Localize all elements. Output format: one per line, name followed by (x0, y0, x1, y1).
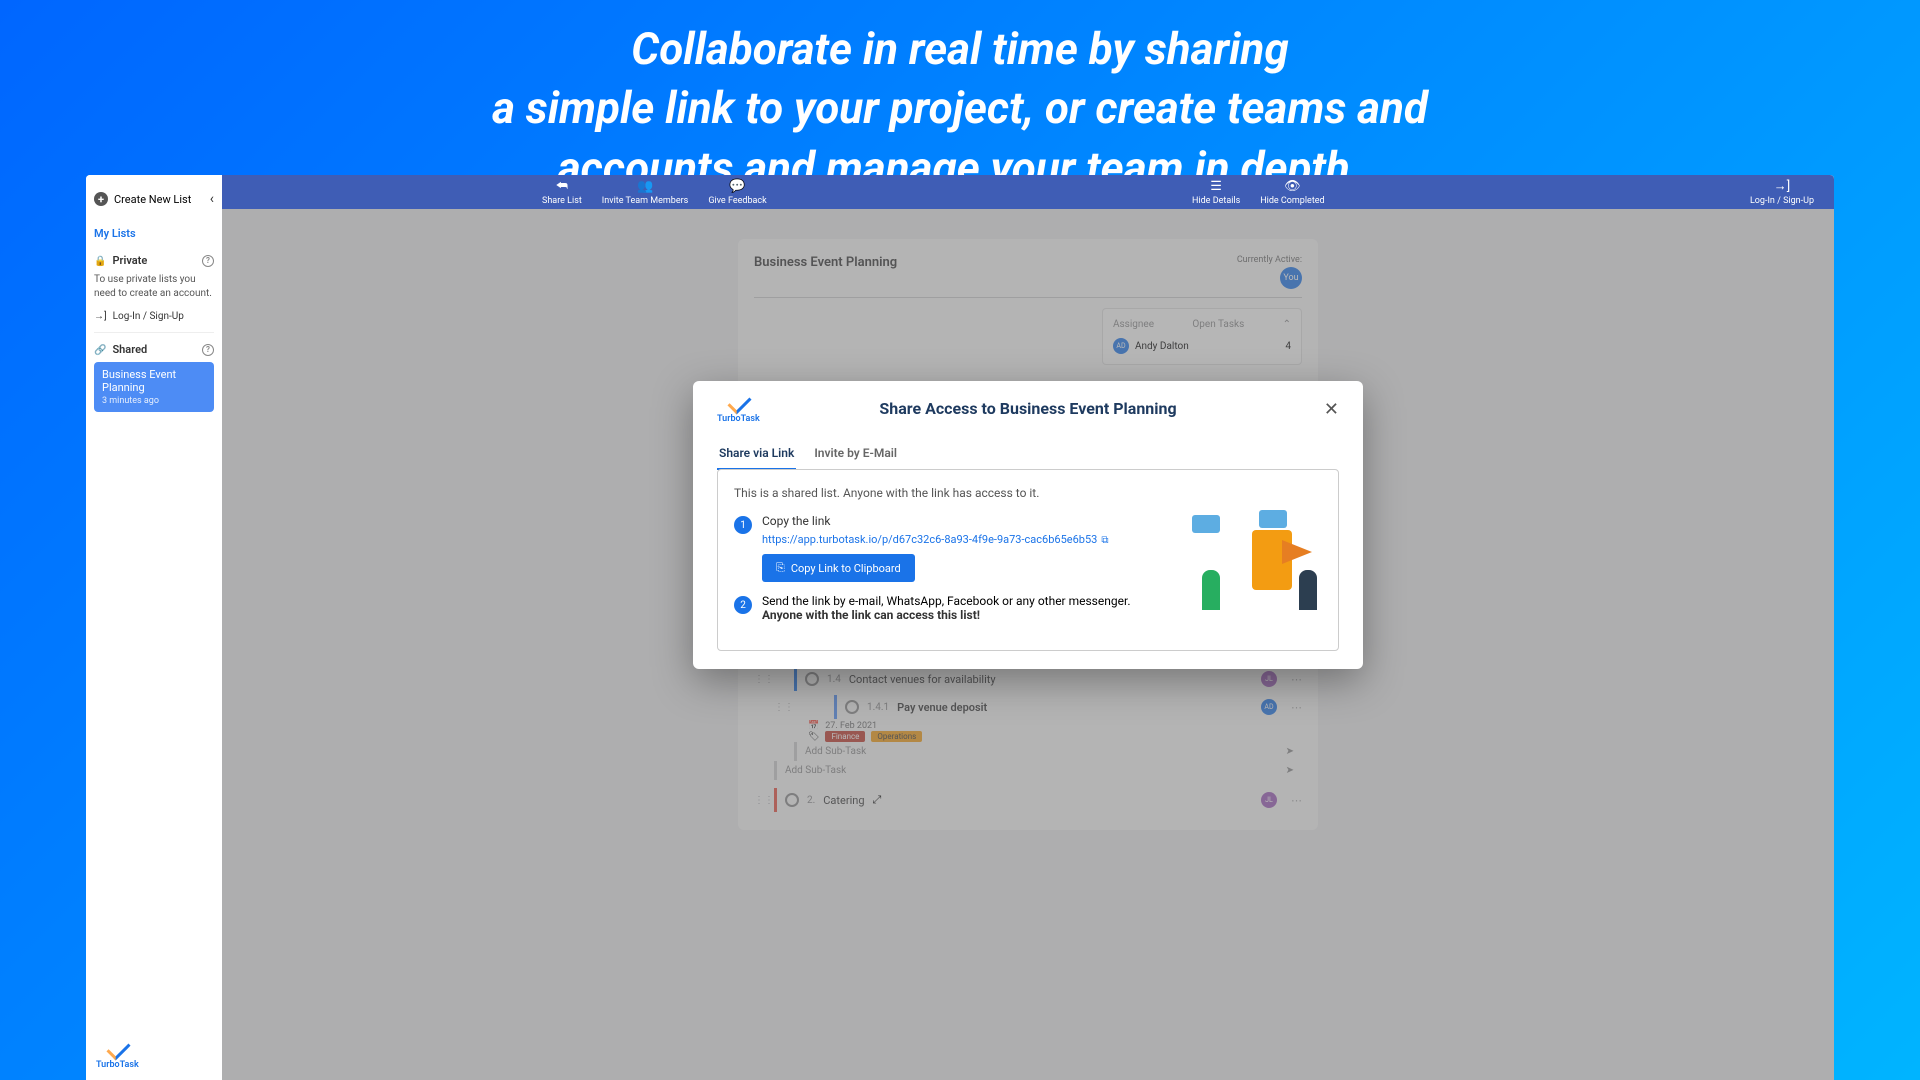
list-item-name: Business Event Planning (102, 368, 206, 394)
hide-completed-button[interactable]: 👁 Hide Completed (1260, 179, 1324, 206)
main-area: ⮪ Share List 👥 Invite Team Members 💬 Giv… (222, 175, 1834, 1080)
topbar-login-button[interactable]: →] Log-In / Sign-Up (1750, 178, 1814, 206)
login-icon: →] (1774, 178, 1790, 194)
feedback-label: Give Feedback (708, 196, 766, 206)
brand-name: TurboTask (717, 414, 760, 424)
share-list-button[interactable]: ⮪ Share List (542, 179, 582, 206)
login-icon: →] (94, 311, 107, 322)
private-message: To use private lists you need to create … (94, 273, 214, 301)
share-label: Share List (542, 196, 582, 206)
help-icon[interactable]: ? (202, 255, 214, 267)
share-link[interactable]: https://app.turbotask.io/p/d67c32c6-8a93… (762, 533, 1108, 546)
sidebar-list-item[interactable]: Business Event Planning 3 minutes ago (94, 362, 214, 412)
content-area: Business Event Planning Currently Active… (222, 209, 1834, 1080)
copy-link-button[interactable]: ⎘ Copy Link to Clipboard (762, 554, 915, 582)
people-icon: 👥 (637, 179, 653, 194)
step-number: 1 (734, 516, 752, 534)
close-button[interactable]: ✕ (1324, 399, 1339, 420)
share-modal: TurboTask Share Access to Business Event… (693, 381, 1363, 669)
brand-name: TurboTask (96, 1060, 139, 1070)
topbar-login-label: Log-In / Sign-Up (1750, 196, 1814, 206)
plus-icon: + (94, 192, 108, 206)
copy-button-label: Copy Link to Clipboard (791, 562, 901, 575)
shared-label: Shared (112, 343, 147, 356)
step-number: 2 (734, 596, 752, 614)
share-description: This is a shared list. Anyone with the l… (734, 486, 1322, 500)
step-warning: Anyone with the link can access this lis… (762, 608, 1322, 622)
hide-completed-label: Hide Completed (1260, 196, 1324, 206)
chevron-left-icon[interactable]: ‹ (210, 191, 214, 207)
private-label: Private (112, 254, 147, 267)
shared-section: Shared ? (94, 343, 214, 356)
hide-details-button[interactable]: ☰ Hide Details (1192, 179, 1240, 206)
feedback-icon: 💬 (729, 179, 745, 194)
hide-details-label: Hide Details (1192, 196, 1240, 206)
private-section: Private ? (94, 254, 214, 267)
copy-icon: ⎘ (776, 561, 785, 575)
external-link-icon: ⧉ (1101, 535, 1108, 546)
sidebar-login-button[interactable]: →] Log-In / Sign-Up (94, 311, 214, 333)
login-label: Log-In / Sign-Up (113, 311, 184, 322)
tab-invite-email[interactable]: Invite by E-Mail (812, 438, 899, 470)
help-icon[interactable]: ? (202, 344, 214, 356)
eye-icon: 👁 (1284, 179, 1301, 194)
topbar: ⮪ Share List 👥 Invite Team Members 💬 Giv… (222, 175, 1834, 209)
app-window: + Create New List ‹ My Lists Private ? T… (86, 175, 1834, 1080)
check-icon (727, 394, 749, 412)
tab-share-link[interactable]: Share via Link (717, 438, 796, 470)
invite-members-button[interactable]: 👥 Invite Team Members (602, 179, 689, 206)
list-item-time: 3 minutes ago (102, 396, 206, 406)
my-lists-heading: My Lists (94, 223, 214, 244)
create-list-label: Create New List (114, 193, 191, 206)
invite-label: Invite Team Members (602, 196, 689, 206)
lock-icon (94, 254, 106, 267)
details-icon: ☰ (1210, 179, 1222, 194)
check-icon (106, 1040, 128, 1058)
modal-brand-logo: TurboTask (717, 394, 760, 424)
brand-logo: TurboTask (96, 1040, 139, 1070)
modal-body: This is a shared list. Anyone with the l… (717, 469, 1339, 651)
modal-tabs: Share via Link Invite by E-Mail (717, 438, 1339, 470)
create-new-list-button[interactable]: + Create New List ‹ (94, 185, 214, 213)
link-icon (94, 343, 106, 356)
share-icon: ⮪ (556, 179, 568, 194)
modal-title: Share Access to Business Event Planning (879, 399, 1176, 418)
share-illustration (1192, 510, 1322, 610)
give-feedback-button[interactable]: 💬 Give Feedback (708, 179, 766, 206)
sidebar: + Create New List ‹ My Lists Private ? T… (86, 175, 222, 1080)
